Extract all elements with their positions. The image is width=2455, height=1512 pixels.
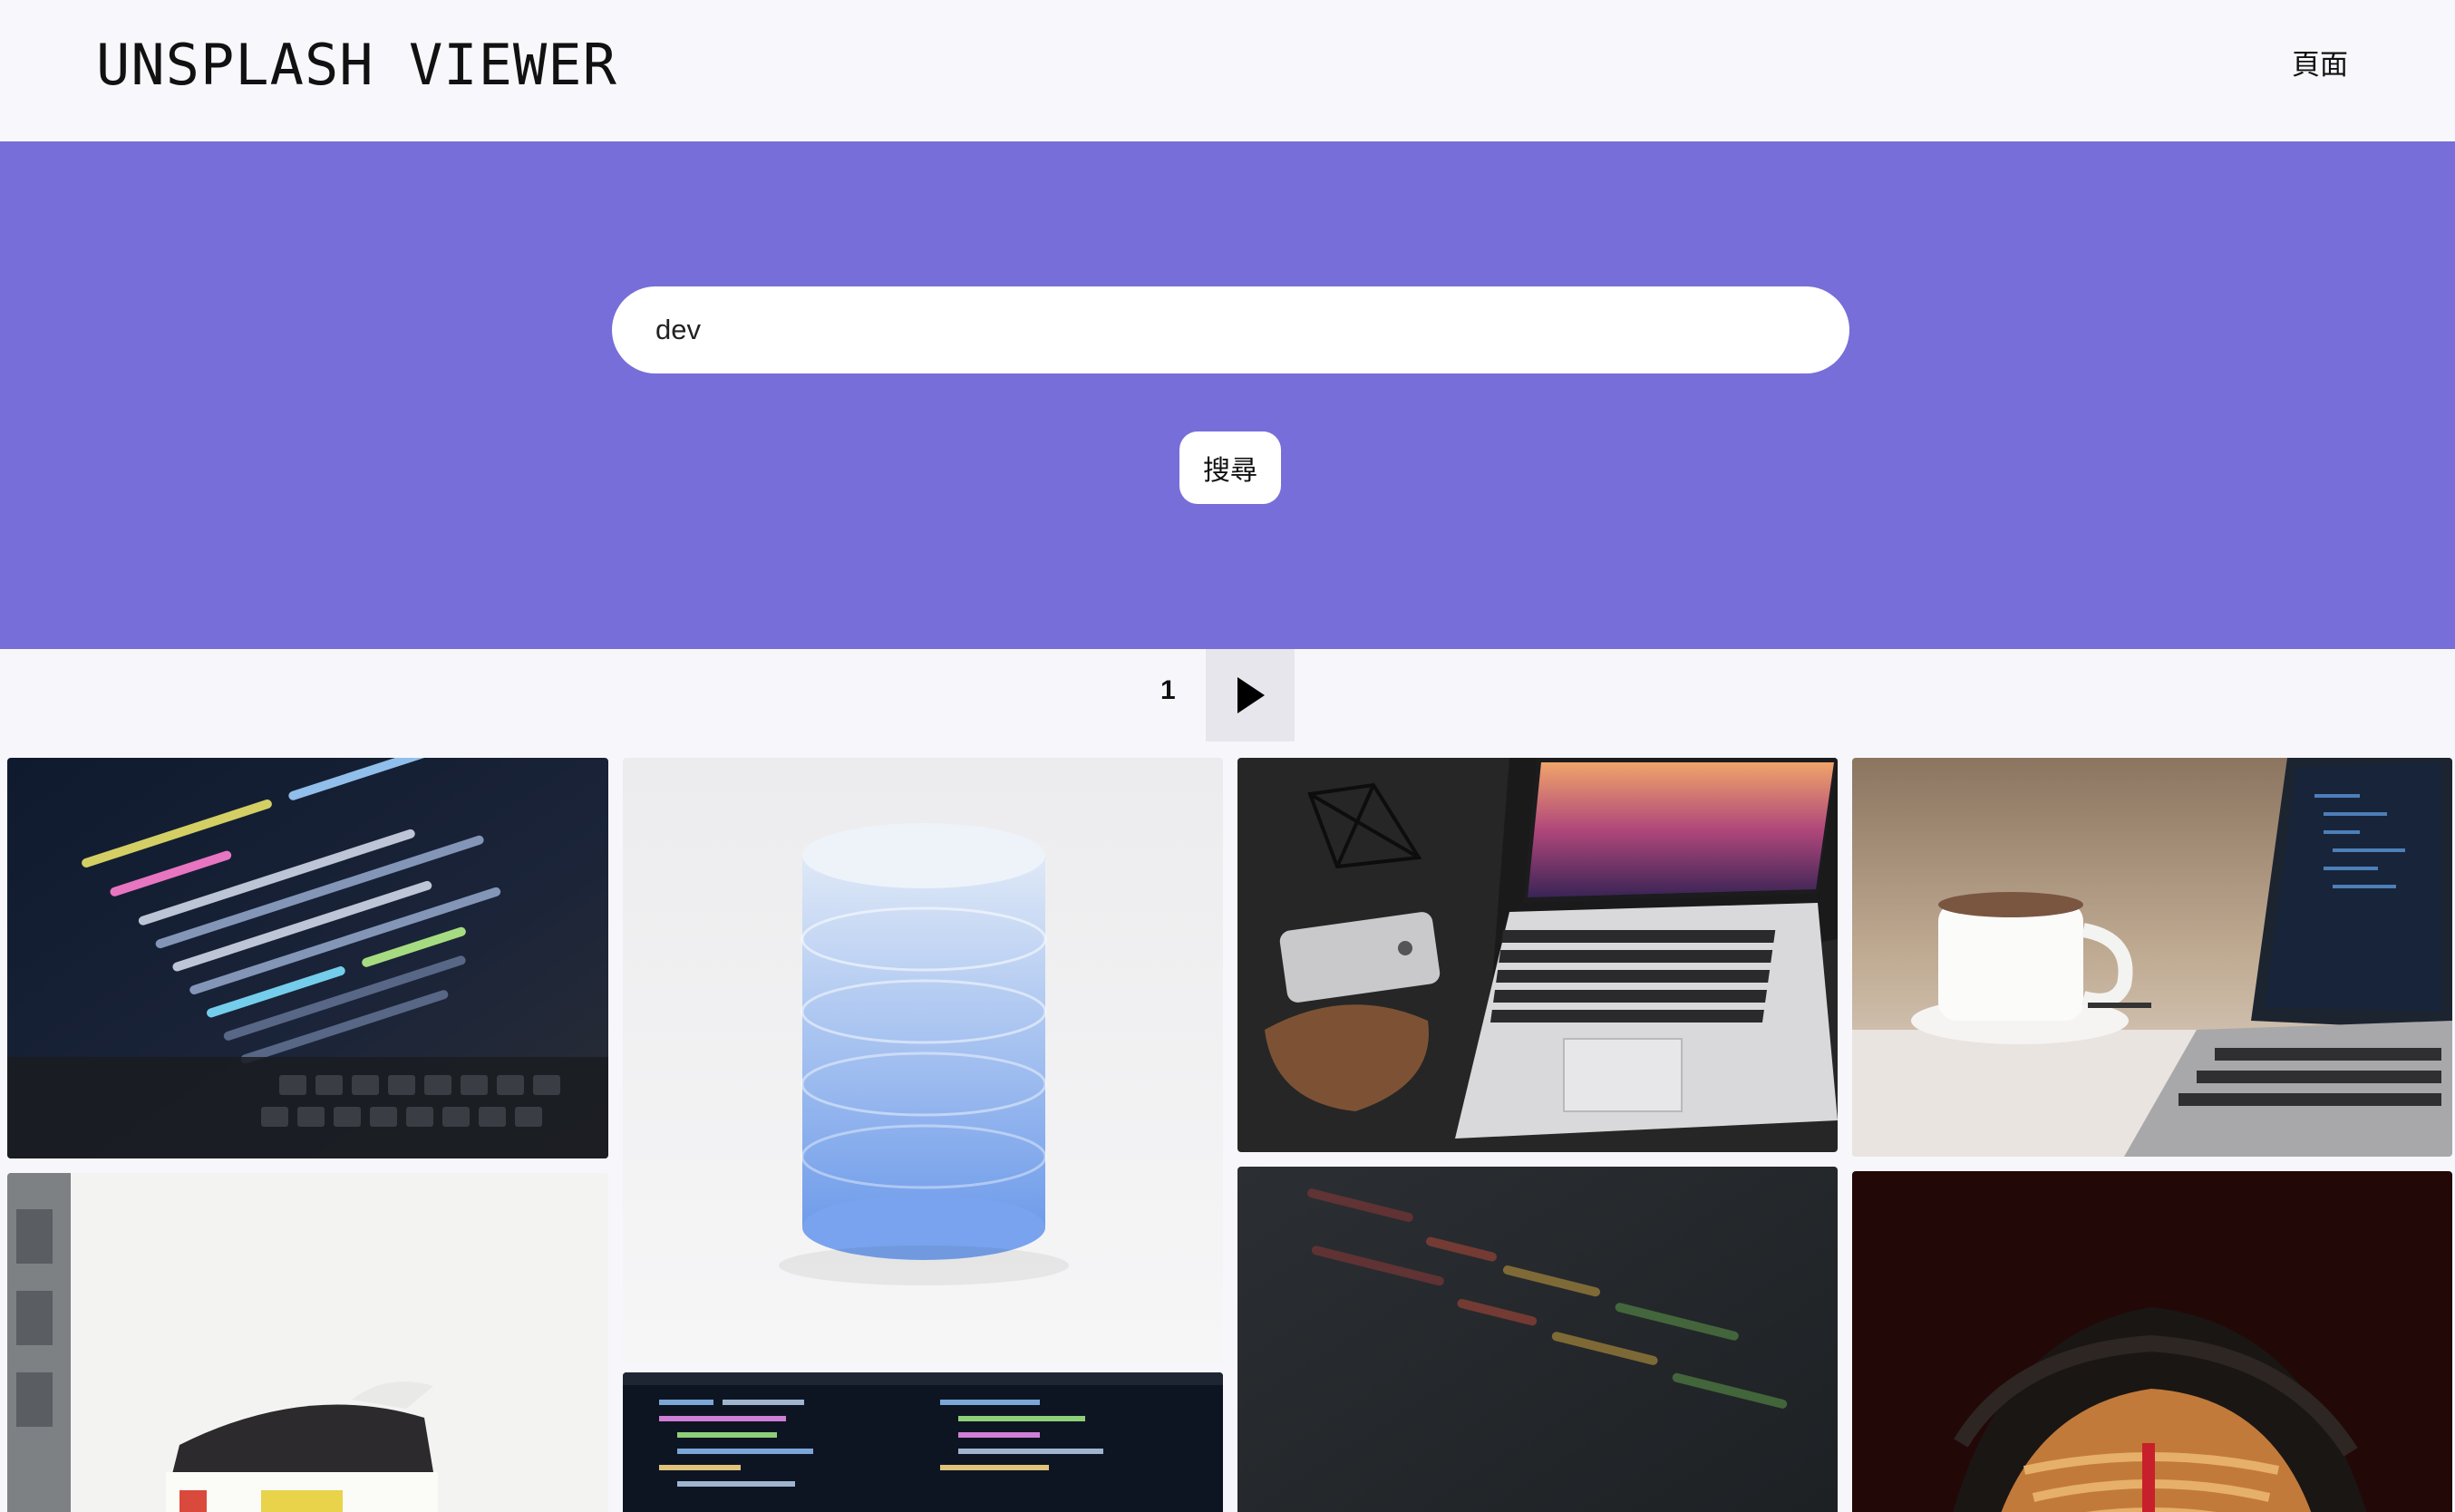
- nav-link-pages[interactable]: 頁面: [2292, 47, 2348, 83]
- photo-portrait-face-paint[interactable]: [1852, 1171, 2452, 1512]
- search-button[interactable]: 搜尋: [1179, 431, 1281, 504]
- photo-laptop-phone-desk[interactable]: [1237, 758, 1838, 1152]
- photo-coffee-laptop[interactable]: [1852, 758, 2452, 1157]
- app-title: UNSPLASH VIEWER: [96, 32, 617, 98]
- current-page-number: 1: [1160, 675, 1176, 705]
- search-hero: 搜尋: [0, 141, 2455, 649]
- play-triangle-icon: [1237, 677, 1265, 713]
- photo-database-cylinder[interactable]: [623, 758, 1223, 1363]
- next-page-button[interactable]: [1206, 649, 1295, 741]
- photo-code-editor-laptop[interactable]: [7, 758, 608, 1158]
- app-header: UNSPLASH VIEWER 頁面: [0, 0, 2455, 141]
- search-input[interactable]: [612, 286, 1849, 373]
- pagination: 1: [0, 649, 2455, 743]
- photo-grid: [0, 758, 2455, 1512]
- photo-code-dark-editor[interactable]: [623, 1372, 1223, 1512]
- photo-street-building[interactable]: [7, 1173, 608, 1512]
- photo-blurred-code[interactable]: [1237, 1167, 1838, 1512]
